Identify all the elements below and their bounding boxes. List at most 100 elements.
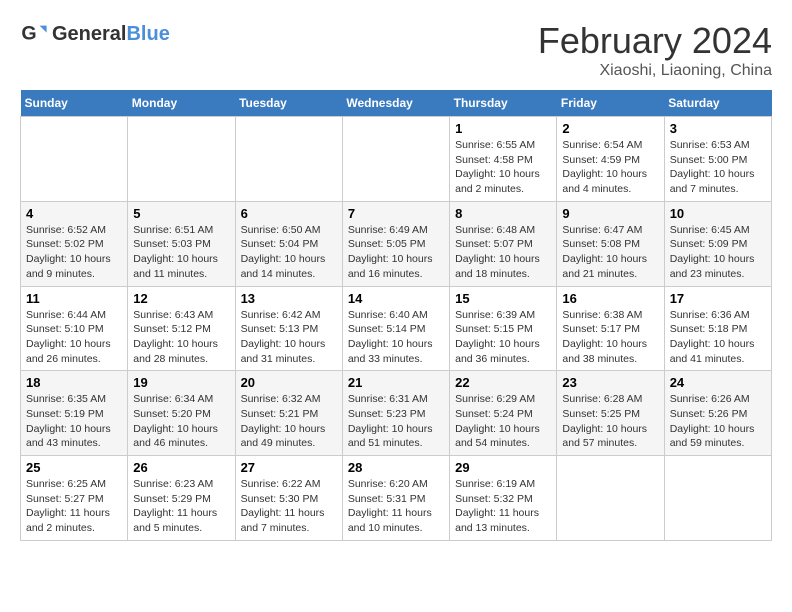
- day-number: 22: [455, 375, 551, 390]
- day-info: Sunrise: 6:29 AM Sunset: 5:24 PM Dayligh…: [455, 392, 551, 451]
- calendar-cell: 7 Sunrise: 6:49 AM Sunset: 5:05 PM Daylig…: [342, 201, 449, 286]
- day-info: Sunrise: 6:54 AM Sunset: 4:59 PM Dayligh…: [562, 138, 658, 197]
- day-info: Sunrise: 6:31 AM Sunset: 5:23 PM Dayligh…: [348, 392, 444, 451]
- calendar-cell: [557, 456, 664, 541]
- day-info: Sunrise: 6:44 AM Sunset: 5:10 PM Dayligh…: [26, 308, 122, 367]
- day-info: Sunrise: 6:40 AM Sunset: 5:14 PM Dayligh…: [348, 308, 444, 367]
- day-number: 12: [133, 291, 229, 306]
- calendar-cell: 27Sunrise: 6:22 AM Sunset: 5:30 PM Dayli…: [235, 456, 342, 541]
- day-info: Sunrise: 6:38 AM Sunset: 5:17 PM Dayligh…: [562, 308, 658, 367]
- calendar-cell: 13 Sunrise: 6:42 AM Sunset: 5:13 PM Dayli…: [235, 286, 342, 371]
- day-number: 10: [670, 206, 766, 221]
- logo-blue: Blue: [126, 23, 169, 45]
- calendar-week-row: 18Sunrise: 6:35 AM Sunset: 5:19 PM Dayli…: [21, 371, 772, 456]
- day-number: 25: [26, 460, 122, 475]
- day-info: Sunrise: 6:51 AM Sunset: 5:03 PM Dayligh…: [133, 223, 229, 282]
- calendar-cell: [128, 117, 235, 202]
- calendar-cell: 3Sunrise: 6:53 AM Sunset: 5:00 PM Daylig…: [664, 117, 771, 202]
- calendar-cell: 25 Sunrise: 6:25 AM Sunset: 5:27 PM Dayli…: [21, 456, 128, 541]
- calendar-cell: 1 Sunrise: 6:55 AM Sunset: 4:58 PM Daylig…: [450, 117, 557, 202]
- calendar-cell: 11 Sunrise: 6:44 AM Sunset: 5:10 PM Dayli…: [21, 286, 128, 371]
- calendar-cell: [21, 117, 128, 202]
- calendar-cell: 20Sunrise: 6:32 AM Sunset: 5:21 PM Dayli…: [235, 371, 342, 456]
- logo-general: General: [52, 23, 126, 45]
- weekday-header-thursday: Thursday: [450, 90, 557, 117]
- calendar-cell: 4 Sunrise: 6:52 AM Sunset: 5:02 PM Daylig…: [21, 201, 128, 286]
- day-info: Sunrise: 6:20 AM Sunset: 5:31 PM Dayligh…: [348, 477, 444, 536]
- day-number: 17: [670, 291, 766, 306]
- header: G GeneralBlue February 2024 Xiaoshi, Lia…: [20, 20, 772, 80]
- calendar-cell: 16Sunrise: 6:38 AM Sunset: 5:17 PM Dayli…: [557, 286, 664, 371]
- day-number: 6: [241, 206, 337, 221]
- calendar-week-row: 4 Sunrise: 6:52 AM Sunset: 5:02 PM Daylig…: [21, 201, 772, 286]
- day-number: 4: [26, 206, 122, 221]
- calendar-cell: 12Sunrise: 6:43 AM Sunset: 5:12 PM Dayli…: [128, 286, 235, 371]
- calendar-cell: 21 Sunrise: 6:31 AM Sunset: 5:23 PM Dayli…: [342, 371, 449, 456]
- day-info: Sunrise: 6:47 AM Sunset: 5:08 PM Dayligh…: [562, 223, 658, 282]
- weekday-header-sunday: Sunday: [21, 90, 128, 117]
- day-number: 1: [455, 121, 551, 136]
- calendar-cell: 23Sunrise: 6:28 AM Sunset: 5:25 PM Dayli…: [557, 371, 664, 456]
- day-info: Sunrise: 6:53 AM Sunset: 5:00 PM Dayligh…: [670, 138, 766, 197]
- day-number: 13: [241, 291, 337, 306]
- weekday-header-monday: Monday: [128, 90, 235, 117]
- calendar-cell: [235, 117, 342, 202]
- day-info: Sunrise: 6:42 AM Sunset: 5:13 PM Dayligh…: [241, 308, 337, 367]
- day-info: Sunrise: 6:26 AM Sunset: 5:26 PM Dayligh…: [670, 392, 766, 451]
- calendar-cell: 6 Sunrise: 6:50 AM Sunset: 5:04 PM Daylig…: [235, 201, 342, 286]
- day-info: Sunrise: 6:25 AM Sunset: 5:27 PM Dayligh…: [26, 477, 122, 536]
- day-info: Sunrise: 6:48 AM Sunset: 5:07 PM Dayligh…: [455, 223, 551, 282]
- weekday-header-row: SundayMondayTuesdayWednesdayThursdayFrid…: [21, 90, 772, 117]
- calendar-cell: [664, 456, 771, 541]
- day-info: Sunrise: 6:23 AM Sunset: 5:29 PM Dayligh…: [133, 477, 229, 536]
- calendar-cell: 9Sunrise: 6:47 AM Sunset: 5:08 PM Daylig…: [557, 201, 664, 286]
- calendar-cell: 24Sunrise: 6:26 AM Sunset: 5:26 PM Dayli…: [664, 371, 771, 456]
- logo-icon: G: [20, 20, 48, 48]
- day-info: Sunrise: 6:34 AM Sunset: 5:20 PM Dayligh…: [133, 392, 229, 451]
- day-number: 15: [455, 291, 551, 306]
- day-info: Sunrise: 6:19 AM Sunset: 5:32 PM Dayligh…: [455, 477, 551, 536]
- title-area: February 2024 Xiaoshi, Liaoning, China: [538, 20, 772, 80]
- day-number: 2: [562, 121, 658, 136]
- day-info: Sunrise: 6:49 AM Sunset: 5:05 PM Dayligh…: [348, 223, 444, 282]
- day-info: Sunrise: 6:39 AM Sunset: 5:15 PM Dayligh…: [455, 308, 551, 367]
- day-number: 26: [133, 460, 229, 475]
- calendar-cell: 26 Sunrise: 6:23 AM Sunset: 5:29 PM Dayli…: [128, 456, 235, 541]
- day-info: Sunrise: 6:52 AM Sunset: 5:02 PM Dayligh…: [26, 223, 122, 282]
- day-number: 7: [348, 206, 444, 221]
- day-number: 23: [562, 375, 658, 390]
- day-info: Sunrise: 6:55 AM Sunset: 4:58 PM Dayligh…: [455, 138, 551, 197]
- calendar-cell: 29Sunrise: 6:19 AM Sunset: 5:32 PM Dayli…: [450, 456, 557, 541]
- page-title: February 2024: [538, 20, 772, 62]
- weekday-header-friday: Friday: [557, 90, 664, 117]
- weekday-header-tuesday: Tuesday: [235, 90, 342, 117]
- day-info: Sunrise: 6:50 AM Sunset: 5:04 PM Dayligh…: [241, 223, 337, 282]
- calendar-week-row: 25 Sunrise: 6:25 AM Sunset: 5:27 PM Dayli…: [21, 456, 772, 541]
- calendar-cell: 8Sunrise: 6:48 AM Sunset: 5:07 PM Daylig…: [450, 201, 557, 286]
- calendar-cell: 10 Sunrise: 6:45 AM Sunset: 5:09 PM Dayli…: [664, 201, 771, 286]
- day-info: Sunrise: 6:45 AM Sunset: 5:09 PM Dayligh…: [670, 223, 766, 282]
- calendar-cell: 22 Sunrise: 6:29 AM Sunset: 5:24 PM Dayli…: [450, 371, 557, 456]
- calendar-cell: [342, 117, 449, 202]
- calendar-cell: 15 Sunrise: 6:39 AM Sunset: 5:15 PM Dayli…: [450, 286, 557, 371]
- calendar-cell: 14Sunrise: 6:40 AM Sunset: 5:14 PM Dayli…: [342, 286, 449, 371]
- day-number: 11: [26, 291, 122, 306]
- calendar-cell: 19Sunrise: 6:34 AM Sunset: 5:20 PM Dayli…: [128, 371, 235, 456]
- svg-text:G: G: [21, 23, 36, 45]
- logo: G GeneralBlue: [20, 20, 170, 48]
- day-number: 21: [348, 375, 444, 390]
- calendar-table: SundayMondayTuesdayWednesdayThursdayFrid…: [20, 90, 772, 541]
- day-number: 28: [348, 460, 444, 475]
- calendar-cell: 17 Sunrise: 6:36 AM Sunset: 5:18 PM Dayli…: [664, 286, 771, 371]
- day-number: 18: [26, 375, 122, 390]
- day-number: 5: [133, 206, 229, 221]
- weekday-header-saturday: Saturday: [664, 90, 771, 117]
- weekday-header-wednesday: Wednesday: [342, 90, 449, 117]
- day-info: Sunrise: 6:36 AM Sunset: 5:18 PM Dayligh…: [670, 308, 766, 367]
- day-number: 27: [241, 460, 337, 475]
- day-number: 20: [241, 375, 337, 390]
- calendar-cell: 18Sunrise: 6:35 AM Sunset: 5:19 PM Dayli…: [21, 371, 128, 456]
- calendar-week-row: 11 Sunrise: 6:44 AM Sunset: 5:10 PM Dayli…: [21, 286, 772, 371]
- calendar-cell: 5 Sunrise: 6:51 AM Sunset: 5:03 PM Daylig…: [128, 201, 235, 286]
- calendar-week-row: 1 Sunrise: 6:55 AM Sunset: 4:58 PM Daylig…: [21, 117, 772, 202]
